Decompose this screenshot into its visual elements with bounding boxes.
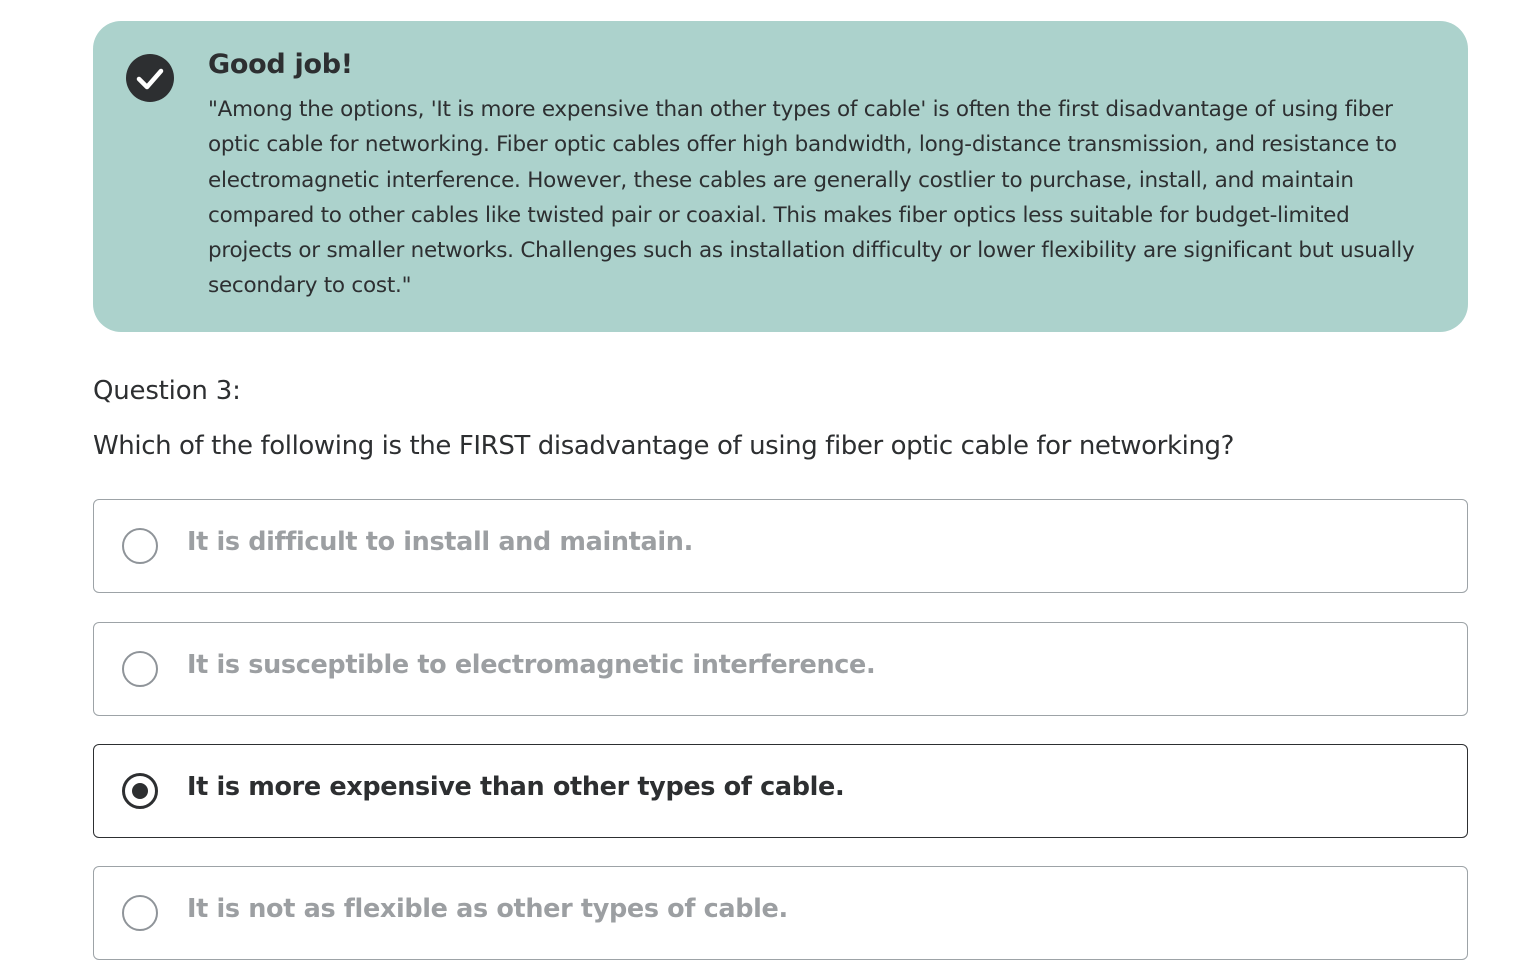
answer-option-2[interactable]: It is susceptible to electromagnetic int… [93, 622, 1468, 716]
radio-selected-dot [132, 783, 148, 799]
question-text: Which of the following is the FIRST disa… [93, 431, 1235, 461]
question-number: Question 3: [93, 376, 241, 406]
radio-button-selected[interactable] [122, 773, 158, 809]
answer-option-label: It is more expensive than other types of… [187, 772, 845, 802]
answer-option-3[interactable]: It is more expensive than other types of… [93, 744, 1468, 838]
feedback-banner: Good job! "Among the options, 'It is mor… [93, 21, 1468, 332]
answer-option-label: It is difficult to install and maintain. [187, 527, 693, 557]
radio-button[interactable] [122, 651, 158, 687]
answer-option-1[interactable]: It is difficult to install and maintain. [93, 499, 1468, 593]
radio-button[interactable] [122, 528, 158, 564]
answer-option-label: It is susceptible to electromagnetic int… [187, 650, 876, 680]
answer-option-label: It is not as flexible as other types of … [187, 894, 788, 924]
feedback-title: Good job! [208, 49, 353, 80]
check-circle-icon [126, 54, 174, 102]
feedback-explanation: "Among the options, 'It is more expensiv… [208, 97, 1415, 299]
radio-button[interactable] [122, 895, 158, 931]
answer-option-4[interactable]: It is not as flexible as other types of … [93, 866, 1468, 960]
